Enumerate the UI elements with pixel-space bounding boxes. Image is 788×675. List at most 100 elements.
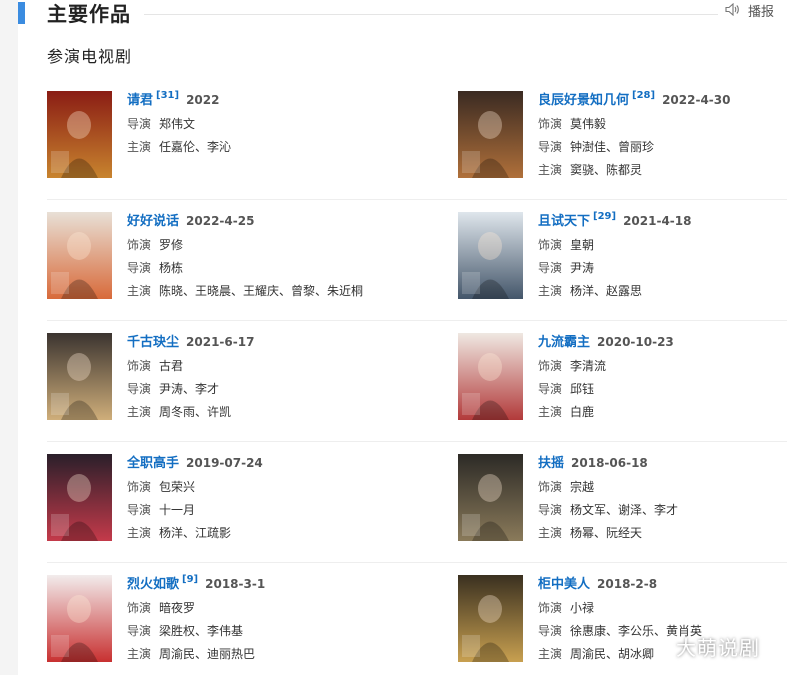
credit-names[interactable]: 尹涛 — [570, 261, 594, 275]
work-poster[interactable] — [458, 333, 523, 420]
credit-names[interactable]: 钟澍佳、曾丽珍 — [570, 140, 654, 154]
work-info: 良辰好景知几何 [28] 2022-4-30 饰演 莫伟毅 导演 钟澍佳、曾丽珍 主演 窦骁、陈… — [538, 90, 731, 182]
credit-names[interactable]: 十一月 — [159, 503, 195, 517]
work-info: 全职高手 2019-07-24 饰演 包荣兴 导演 十一月 主演 杨洋、江疏影 — [127, 454, 263, 545]
work-date: 2018-3-1 — [205, 577, 266, 591]
work-title-row: 烈火如歌 [9] 2018-3-1 — [127, 574, 266, 594]
credit-role: 导演 — [127, 261, 152, 275]
work-item: 扶摇 2018-06-18 饰演 宗越 导演 杨文军、谢泽、李才 主演 杨幂、阮经天 — [458, 454, 788, 554]
work-date: 2022-4-25 — [186, 214, 255, 228]
credit-line: 主演 任嘉伦、李沁 — [127, 136, 231, 159]
section-header: 主要作品 播报 — [18, 0, 788, 30]
work-title-link[interactable]: 烈火如歌 — [127, 577, 179, 592]
credit-line: 导演 梁胜权、李伟基 — [127, 620, 265, 643]
row-divider — [47, 441, 787, 442]
credit-role: 主演 — [538, 163, 563, 177]
credit-names[interactable]: 杨洋、江疏影 — [159, 526, 231, 540]
credit-names[interactable]: 任嘉伦、李沁 — [159, 140, 231, 154]
credit-names[interactable]: 郑伟文 — [159, 117, 195, 131]
credit-line: 主演 杨洋、江疏影 — [127, 522, 263, 545]
credit-line: 导演 钟澍佳、曾丽珍 — [538, 136, 731, 159]
work-poster[interactable] — [47, 91, 112, 178]
credit-line: 饰演 宗越 — [538, 476, 678, 499]
work-date: 2018-06-18 — [571, 456, 648, 470]
credit-line: 饰演 罗修 — [127, 234, 363, 257]
credit-line: 饰演 古君 — [127, 355, 254, 378]
work-title-row: 请君 [31] 2022 — [127, 90, 231, 110]
reference-link[interactable]: [29] — [593, 211, 616, 222]
work-title-link[interactable]: 千古玦尘 — [127, 335, 179, 350]
credit-names[interactable]: 杨栋 — [159, 261, 183, 275]
work-title-link[interactable]: 请君 — [127, 93, 153, 108]
work-title-link[interactable]: 好好说话 — [127, 214, 179, 229]
work-date: 2020-10-23 — [597, 335, 674, 349]
credit-names[interactable]: 罗修 — [159, 238, 183, 252]
work-poster[interactable] — [458, 212, 523, 299]
work-title-link[interactable]: 柜中美人 — [538, 577, 590, 592]
credit-names[interactable]: 古君 — [159, 359, 183, 373]
credit-names[interactable]: 周渝民、胡冰卿 — [570, 647, 654, 661]
work-info: 且试天下 [29] 2021-4-18 饰演 皇朝 导演 尹涛 主演 杨洋、赵露思 — [538, 211, 692, 303]
work-title-row: 千古玦尘 2021-6-17 — [127, 333, 254, 352]
work-title-link[interactable]: 且试天下 — [538, 214, 590, 229]
credit-names[interactable]: 暗夜罗 — [159, 601, 195, 615]
credit-role: 导演 — [127, 503, 152, 517]
credit-role: 导演 — [127, 382, 152, 396]
work-date: 2018-2-8 — [597, 577, 658, 591]
credit-names[interactable]: 窦骁、陈都灵 — [570, 163, 642, 177]
credit-names[interactable]: 杨幂、阮经天 — [570, 526, 642, 540]
work-poster[interactable] — [458, 575, 523, 662]
credit-names[interactable]: 白鹿 — [570, 405, 594, 419]
work-title-link[interactable]: 良辰好景知几何 — [538, 93, 629, 108]
credit-role: 导演 — [538, 382, 563, 396]
work-item: 千古玦尘 2021-6-17 饰演 古君 导演 尹涛、李才 主演 周冬雨、许凯 — [47, 333, 377, 433]
work-title-link[interactable]: 扶摇 — [538, 456, 564, 471]
work-title-link[interactable]: 全职高手 — [127, 456, 179, 471]
credit-role: 导演 — [127, 117, 152, 131]
work-poster[interactable] — [458, 91, 523, 178]
credit-names[interactable]: 莫伟毅 — [570, 117, 606, 131]
credit-line: 饰演 小禄 — [538, 597, 702, 620]
speaker-icon — [725, 2, 741, 23]
work-poster[interactable] — [47, 575, 112, 662]
work-date: 2019-07-24 — [186, 456, 263, 470]
work-info: 九流霸主 2020-10-23 饰演 李清流 导演 邱钰 主演 白鹿 — [538, 333, 674, 424]
work-item: 好好说话 2022-4-25 饰演 罗修 导演 杨栋 主演 陈晓、王晓晨、王耀庆、曾黎、朱近桐 — [47, 212, 377, 312]
work-poster[interactable] — [47, 454, 112, 541]
reference-link[interactable]: [28] — [632, 90, 655, 101]
work-title-link[interactable]: 九流霸主 — [538, 335, 590, 350]
credit-names[interactable]: 周渝民、迪丽热巴 — [159, 647, 255, 661]
credit-line: 主演 周冬雨、许凯 — [127, 401, 254, 424]
credit-names[interactable]: 包荣兴 — [159, 480, 195, 494]
credit-names[interactable]: 杨洋、赵露思 — [570, 284, 642, 298]
listen-button[interactable]: 播报 — [725, 2, 774, 23]
reference-link[interactable]: [9] — [182, 574, 198, 585]
credit-names[interactable]: 尹涛、李才 — [159, 382, 219, 396]
work-date: 2022 — [186, 93, 220, 107]
credit-names[interactable]: 李清流 — [570, 359, 606, 373]
credit-names[interactable]: 杨文军、谢泽、李才 — [570, 503, 678, 517]
credit-role: 饰演 — [127, 359, 152, 373]
row-divider — [47, 320, 787, 321]
watermark: 大萌说剧 — [676, 636, 760, 660]
work-poster[interactable] — [458, 454, 523, 541]
credit-names[interactable]: 小禄 — [570, 601, 594, 615]
credit-role: 导演 — [538, 503, 563, 517]
work-date: 2022-4-30 — [662, 93, 731, 107]
credit-role: 导演 — [127, 624, 152, 638]
work-poster[interactable] — [47, 212, 112, 299]
reference-link[interactable]: [31] — [156, 90, 179, 101]
credit-names[interactable]: 皇朝 — [570, 238, 594, 252]
work-poster[interactable] — [47, 333, 112, 420]
credit-role: 主演 — [127, 405, 152, 419]
credit-names[interactable]: 陈晓、王晓晨、王耀庆、曾黎、朱近桐 — [159, 284, 363, 298]
credit-names[interactable]: 周冬雨、许凯 — [159, 405, 231, 419]
credit-names[interactable]: 宗越 — [570, 480, 594, 494]
credit-role: 饰演 — [127, 238, 152, 252]
credit-names[interactable]: 梁胜权、李伟基 — [159, 624, 243, 638]
credit-line: 导演 尹涛 — [538, 257, 692, 280]
work-info: 千古玦尘 2021-6-17 饰演 古君 导演 尹涛、李才 主演 周冬雨、许凯 — [127, 333, 254, 424]
work-date: 2021-6-17 — [186, 335, 255, 349]
work-title-row: 好好说话 2022-4-25 — [127, 212, 363, 231]
credit-names[interactable]: 邱钰 — [570, 382, 594, 396]
